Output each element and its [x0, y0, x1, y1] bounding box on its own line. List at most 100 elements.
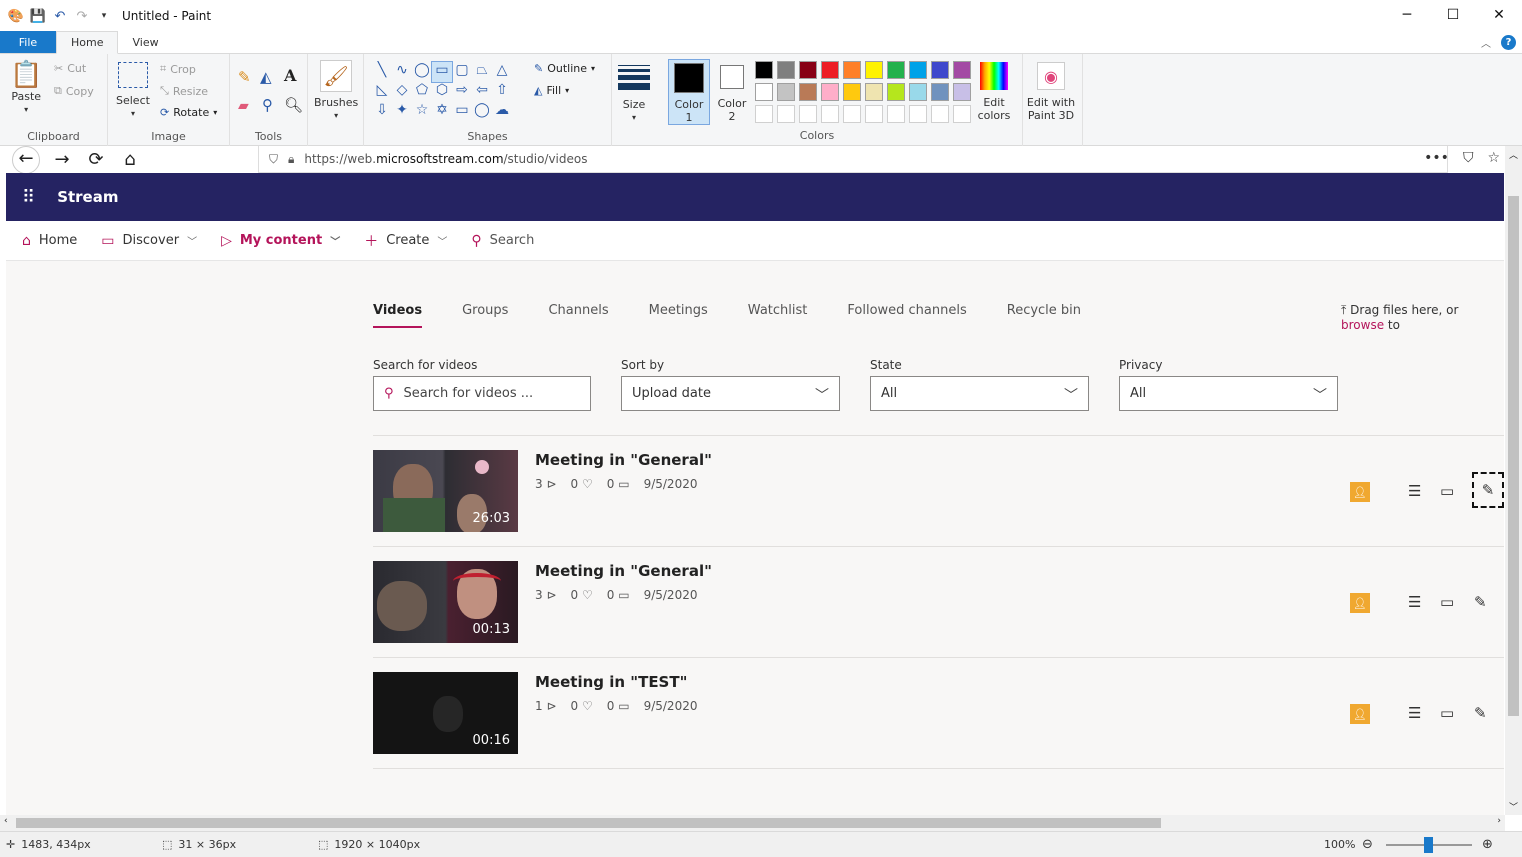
- minimize-button[interactable]: ─: [1384, 0, 1430, 30]
- redo-icon[interactable]: ↷: [74, 8, 90, 24]
- vertical-scroll-thumb[interactable]: [1508, 196, 1519, 716]
- vertical-scrollbar[interactable]: ︿ ﹀: [1505, 146, 1522, 815]
- tab-channels[interactable]: Channels: [548, 303, 608, 328]
- app-launcher-icon[interactable]: ⠿: [22, 187, 35, 208]
- palette-swatch[interactable]: [777, 61, 795, 79]
- tracking-shield-icon[interactable]: ⛉: [269, 152, 278, 167]
- six-point-star-shape-icon[interactable]: ✡: [432, 102, 452, 122]
- back-icon[interactable]: ←: [12, 145, 40, 174]
- cut-button[interactable]: ✂ Cut: [54, 62, 86, 75]
- rectangle-shape-icon[interactable]: ▭: [431, 61, 453, 83]
- tab-recycle-bin[interactable]: Recycle bin: [1007, 303, 1081, 328]
- eraser-icon[interactable]: ▰: [238, 98, 249, 114]
- edit-icon[interactable]: ✎: [1472, 472, 1504, 508]
- palette-swatch[interactable]: [887, 83, 905, 101]
- palette-swatch[interactable]: [865, 61, 883, 79]
- tab-view[interactable]: View: [118, 31, 172, 53]
- palette-swatch[interactable]: [777, 83, 795, 101]
- palette-swatch[interactable]: [843, 105, 861, 123]
- nav-create[interactable]: ＋ Create ﹀: [364, 231, 447, 251]
- callout-rect-shape-icon[interactable]: ▭: [452, 102, 472, 122]
- nav-my-content[interactable]: ▷ My content ﹀: [221, 233, 340, 249]
- add-to-playlist-icon[interactable]: ☰: [1408, 704, 1421, 722]
- video-thumbnail[interactable]: 00:13: [373, 561, 518, 643]
- pencil-icon[interactable]: ✎: [238, 68, 251, 86]
- palette-swatch[interactable]: [909, 83, 927, 101]
- video-thumbnail[interactable]: 00:16: [373, 672, 518, 754]
- down-arrow-shape-icon[interactable]: ⇩: [372, 102, 392, 122]
- video-title[interactable]: Meeting in "General": [535, 562, 712, 580]
- edit-icon[interactable]: ✎: [1474, 704, 1487, 722]
- tab-watchlist[interactable]: Watchlist: [748, 303, 808, 328]
- horizontal-scrollbar[interactable]: ‹ ›: [0, 815, 1505, 831]
- text-tool-icon[interactable]: A: [284, 66, 296, 85]
- horizontal-scroll-thumb[interactable]: [16, 818, 1161, 828]
- video-title[interactable]: Meeting in "General": [535, 451, 712, 469]
- search-videos-input[interactable]: ⚲ Search for videos ...: [373, 376, 591, 411]
- curve-shape-icon[interactable]: ∿: [392, 62, 412, 82]
- add-to-group-icon[interactable]: ▭: [1440, 593, 1454, 611]
- scroll-up-icon[interactable]: ︿: [1509, 148, 1518, 161]
- forward-icon[interactable]: →: [50, 149, 74, 170]
- diamond-shape-icon[interactable]: ◇: [392, 82, 412, 102]
- palette-swatch[interactable]: [887, 61, 905, 79]
- home-icon[interactable]: ⌂: [118, 149, 142, 170]
- maximize-button[interactable]: ☐: [1430, 0, 1476, 30]
- add-to-playlist-icon[interactable]: ☰: [1408, 482, 1421, 500]
- zoom-in-icon[interactable]: ⊕: [1482, 837, 1493, 852]
- browse-link[interactable]: browse: [1341, 318, 1384, 332]
- color2-button[interactable]: Color 2: [712, 62, 752, 123]
- palette-swatch[interactable]: [777, 105, 795, 123]
- close-button[interactable]: ✕: [1476, 0, 1522, 30]
- palette-swatch[interactable]: [755, 83, 773, 101]
- fill-button[interactable]: ◭ Fill ▾: [534, 84, 569, 97]
- palette-swatch[interactable]: [843, 83, 861, 101]
- tab-file[interactable]: File: [0, 31, 56, 53]
- video-thumbnail[interactable]: 26:03: [373, 450, 518, 532]
- palette-swatch[interactable]: [865, 83, 883, 101]
- paint-app-icon[interactable]: 🎨: [8, 8, 24, 24]
- video-row[interactable]: 26:03 Meeting in "General" 3 ⊳ 0 ♡ 0 ▭ 9…: [373, 450, 1504, 560]
- customize-qat-icon[interactable]: ▾: [96, 8, 112, 24]
- tab-home[interactable]: Home: [56, 31, 119, 54]
- help-icon[interactable]: ?: [1501, 35, 1516, 50]
- state-dropdown[interactable]: All ﹀: [870, 376, 1089, 411]
- rounded-rectangle-shape-icon[interactable]: ▢: [452, 62, 472, 82]
- four-point-star-shape-icon[interactable]: ✦: [392, 102, 412, 122]
- pentagon-shape-icon[interactable]: ⬠: [412, 82, 432, 102]
- select-button[interactable]: Select ▾: [116, 62, 150, 120]
- rotate-button[interactable]: ⟳ Rotate ▾: [160, 106, 217, 119]
- permissions-icon[interactable]: 👤︎: [1350, 593, 1370, 613]
- magnifier-icon[interactable]: 🔍︎: [284, 96, 303, 114]
- copy-button[interactable]: ⧉ Copy: [54, 84, 94, 98]
- palette-swatch[interactable]: [953, 105, 971, 123]
- palette-swatch[interactable]: [909, 105, 927, 123]
- add-to-playlist-icon[interactable]: ☰: [1408, 593, 1421, 611]
- palette-swatch[interactable]: [931, 105, 949, 123]
- nav-discover[interactable]: ▭ Discover ﹀: [101, 233, 197, 249]
- edit-icon[interactable]: ✎: [1474, 593, 1487, 611]
- address-bar[interactable]: ⛉ 🔒︎ https://web.microsoftstream.com/stu…: [258, 146, 1448, 173]
- shape-gallery[interactable]: ╲ ∿ ◯ ▭ ▢ ⏢ △ ◺ ◇ ⬠ ⬡ ⇨ ⇦ ⇧ ⇩ ✦ ☆ ✡ ▭ ◯ ☁: [372, 61, 512, 122]
- palette-swatch[interactable]: [953, 61, 971, 79]
- palette-swatch[interactable]: [931, 83, 949, 101]
- save-icon[interactable]: 💾: [30, 8, 46, 24]
- zoom-slider-thumb[interactable]: [1424, 837, 1433, 853]
- callout-oval-shape-icon[interactable]: ◯: [472, 102, 492, 122]
- five-point-star-shape-icon[interactable]: ☆: [412, 102, 432, 122]
- collapse-ribbon-icon[interactable]: ︿: [1481, 35, 1491, 50]
- size-button[interactable]: Size ▾: [618, 62, 650, 124]
- scroll-right-icon[interactable]: ›: [1497, 816, 1501, 826]
- palette-swatch[interactable]: [799, 83, 817, 101]
- palette-swatch[interactable]: [755, 105, 773, 123]
- video-row[interactable]: 00:16 Meeting in "TEST" 1 ⊳ 0 ♡ 0 ▭ 9/5/…: [373, 672, 1504, 782]
- tab-meetings[interactable]: Meetings: [649, 303, 708, 328]
- oval-shape-icon[interactable]: ◯: [412, 62, 432, 82]
- hexagon-shape-icon[interactable]: ⬡: [432, 82, 452, 102]
- callout-cloud-shape-icon[interactable]: ☁: [492, 102, 512, 122]
- reload-icon[interactable]: ⟳: [84, 149, 108, 170]
- paint3d-button[interactable]: ◉ Edit with Paint 3D: [1026, 62, 1076, 122]
- palette-swatch[interactable]: [909, 61, 927, 79]
- tab-followed-channels[interactable]: Followed channels: [847, 303, 966, 328]
- edit-colors-button[interactable]: Edit colors: [976, 62, 1012, 122]
